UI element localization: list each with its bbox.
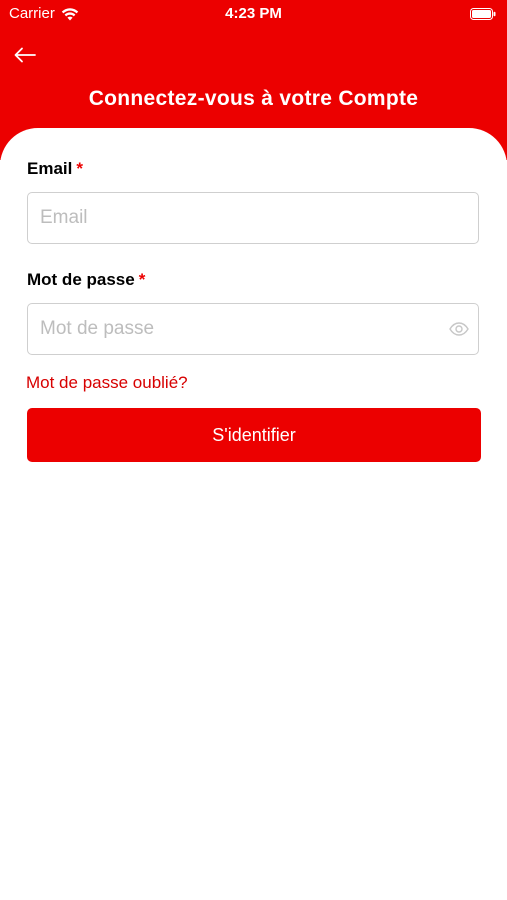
login-button-label: S'identifier [212, 424, 296, 445]
battery-icon [470, 8, 496, 20]
back-button[interactable] [10, 43, 40, 67]
page-title: Connectez-vous à votre Compte [88, 87, 419, 110]
arrow-left-icon [14, 47, 36, 63]
email-label-text: Email [27, 159, 73, 178]
email-required-mark: * [76, 159, 83, 178]
email-label: Email * [27, 159, 83, 179]
email-input[interactable] [28, 193, 478, 243]
password-label-text: Mot de passe [27, 270, 135, 289]
forgot-password-link[interactable]: Mot de passe oublié? [26, 373, 188, 393]
login-button[interactable]: S'identifier [27, 408, 481, 462]
status-bar: Carrier 4:23 PM [0, 0, 507, 28]
password-label: Mot de passe * [27, 270, 145, 290]
status-time: 4:23 PM [225, 5, 282, 22]
password-input[interactable] [28, 304, 478, 354]
eye-icon[interactable] [449, 321, 469, 337]
password-required-mark: * [138, 270, 146, 289]
email-field-box [27, 192, 479, 244]
password-field-box [27, 303, 479, 355]
